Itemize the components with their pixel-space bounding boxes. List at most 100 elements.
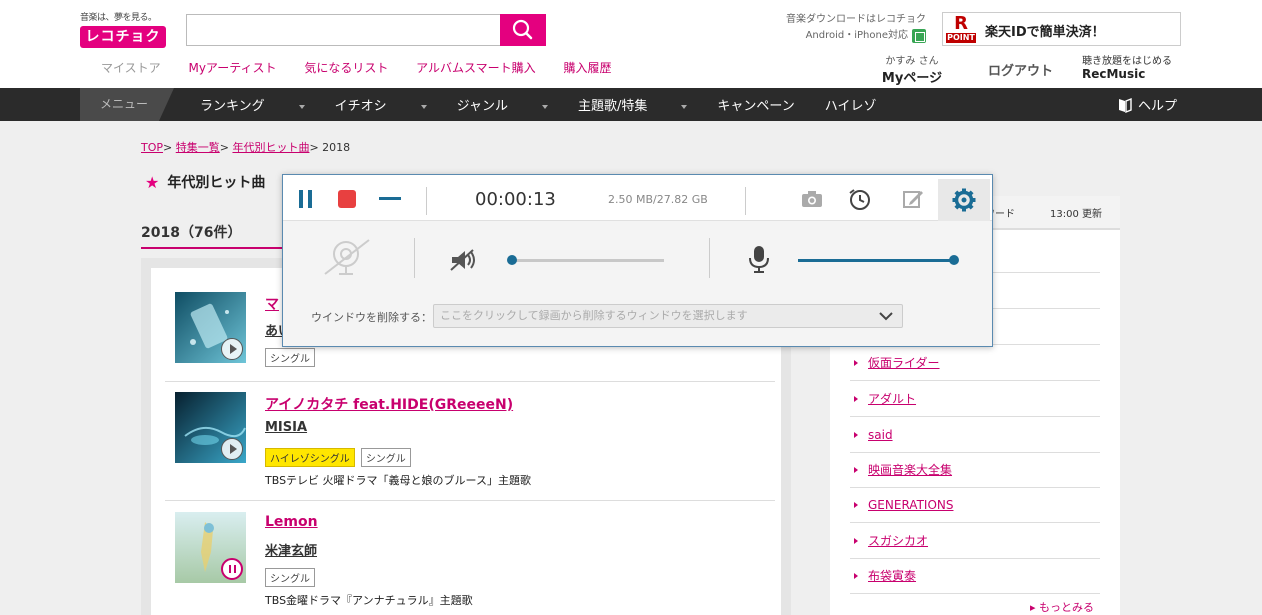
arrow-right-icon: [854, 502, 858, 508]
update-time: 13:00 更新: [1050, 209, 1102, 220]
recorder-toolbar: 00:00:13 2.50 MB/27.82 GB: [283, 175, 992, 221]
search-input[interactable]: [186, 14, 502, 46]
more-link[interactable]: ▸ もっとみる: [1030, 599, 1094, 615]
speaker-mute-icon[interactable]: [449, 248, 479, 272]
site-header: 音楽は、夢を見る。 レコチョク マイストア Myアーティスト 気になるリスト ア…: [0, 0, 1262, 88]
help-book-icon: [1119, 97, 1132, 113]
nav-purchase-history[interactable]: 購入履歴: [564, 61, 612, 75]
schedule-clock-icon[interactable]: [846, 185, 874, 213]
rakuten-point-logo: R POINT: [946, 13, 976, 43]
microphone-icon[interactable]: [746, 244, 772, 274]
screen-recorder-panel: 00:00:13 2.50 MB/27.82 GB ウインドウを削除する： ここ…: [282, 174, 993, 347]
settings-button[interactable]: [938, 179, 990, 221]
nav-mystore[interactable]: マイストア: [101, 61, 161, 75]
recorder-audio-row: ウインドウを削除する： ここをクリックして録画から削除するウィンドウを選択します: [283, 222, 992, 342]
keyword-item[interactable]: アダルト: [850, 381, 1100, 417]
minimize-button[interactable]: [379, 192, 401, 206]
audio-divider: [709, 238, 710, 278]
keyword-item[interactable]: 布袋寅泰: [850, 558, 1100, 594]
mic-slider-knob[interactable]: [949, 255, 959, 265]
user-nav: マイストア Myアーティスト 気になるリスト アルバムスマート購入 購入履歴: [101, 59, 636, 76]
nav-ranking[interactable]: ランキング: [200, 95, 305, 114]
recmusic-link[interactable]: 聴き放題をはじめる RecMusic: [1082, 52, 1172, 81]
recochoku-logo[interactable]: 音楽は、夢を見る。 レコチョク: [80, 10, 172, 48]
keyword-item[interactable]: GENERATIONS: [850, 487, 1100, 523]
album-jacket[interactable]: [175, 392, 246, 463]
search-button[interactable]: [500, 14, 546, 46]
breadcrumb-top[interactable]: TOP: [141, 141, 163, 154]
user-name: かすみ さん: [885, 56, 939, 67]
recording-file-size: 2.50 MB/27.82 GB: [608, 193, 708, 206]
main-nav: メニュー ランキング イチオシ ジャンル 主題歌/特集 キャンペーン ハイレゾ …: [0, 88, 1262, 121]
exclude-window-label: ウインドウを削除する：: [311, 311, 432, 324]
song-title[interactable]: Lemon: [265, 514, 318, 530]
page-title: ★ 年代別ヒット曲: [145, 172, 266, 192]
play-icon[interactable]: [221, 438, 243, 460]
nav-myartist[interactable]: Myアーティスト: [188, 61, 276, 75]
mypage-link[interactable]: かすみ さん Myページ: [874, 52, 950, 86]
tag-hires-single: ハイレゾシングル: [265, 448, 355, 467]
breadcrumb-special[interactable]: 特集一覧: [176, 141, 220, 154]
song-title[interactable]: アイノカタチ feat.HIDE(GReeeeN): [265, 394, 513, 414]
mypage-label: Myページ: [881, 71, 943, 86]
keyword-item[interactable]: 仮面ライダー: [850, 345, 1100, 381]
nav-genre[interactable]: ジャンル: [457, 95, 548, 114]
keyword-item[interactable]: スガシカオ: [850, 523, 1100, 559]
main-nav-items: ランキング イチオシ ジャンル 主題歌/特集 キャンペーン ハイレゾ: [200, 88, 907, 121]
chevron-down-icon: [879, 312, 893, 321]
nav-hires[interactable]: ハイレゾ: [825, 95, 877, 114]
arrow-right-icon: [854, 360, 858, 366]
webcam-off-icon[interactable]: [317, 236, 375, 278]
star-icon: ★: [145, 172, 160, 192]
breadcrumb: TOP> 特集一覧> 年代別ヒット曲> 2018: [141, 141, 351, 154]
help-link[interactable]: ヘルプ: [1118, 88, 1177, 121]
rakuten-pay-banner[interactable]: R POINT 楽天IDで簡単決済！: [942, 12, 1181, 46]
pause-recording-button[interactable]: [297, 190, 315, 208]
logo-tagline: 音楽は、夢を見る。: [80, 13, 157, 23]
list-item: アイノカタチ feat.HIDE(GReeeeN) MISIA ハイレゾシングル…: [165, 392, 775, 500]
edit-pen-icon[interactable]: [899, 185, 927, 213]
chevron-down-icon: [542, 104, 548, 109]
exclude-window-select[interactable]: ここをクリックして録画から削除するウィンドウを選択します: [433, 304, 903, 328]
speaker-slider-knob[interactable]: [507, 255, 517, 265]
keyword-item[interactable]: 映画音楽大全集: [850, 452, 1100, 488]
play-icon[interactable]: [221, 338, 243, 360]
keyword-item[interactable]: said: [850, 417, 1100, 453]
menu-button[interactable]: メニュー: [80, 88, 174, 121]
download-line1: 音楽ダウンロードはレコチョク: [786, 14, 926, 25]
list-item: Lemon 米津玄師 シングル TBS金曜ドラマ『アンナチュラル』主題歌: [165, 512, 775, 615]
chevron-down-icon: [681, 104, 688, 109]
album-jacket[interactable]: [175, 512, 246, 583]
year-underline: [141, 247, 291, 249]
search-icon: [512, 19, 533, 40]
nav-pickup[interactable]: イチオシ: [335, 95, 427, 114]
stop-recording-button[interactable]: [338, 190, 356, 208]
breadcrumb-hits[interactable]: 年代別ヒット曲: [232, 141, 309, 154]
nav-album-smart[interactable]: アルバムスマート購入: [416, 61, 536, 75]
song-artist[interactable]: 米津玄師: [265, 540, 317, 559]
tag-single: シングル: [360, 448, 411, 467]
download-info[interactable]: 音楽ダウンロードはレコチョク Android・iPhone対応: [770, 12, 926, 44]
search-box: [186, 14, 546, 46]
app-icon: [912, 29, 926, 43]
song-artist[interactable]: MISIA: [265, 420, 307, 435]
divider: [165, 381, 775, 382]
camera-icon[interactable]: [798, 185, 826, 213]
arrow-right-icon: [854, 396, 858, 402]
nav-favorites[interactable]: 気になるリスト: [304, 61, 388, 75]
tag-single: シングル: [265, 348, 315, 367]
nav-campaign[interactable]: キャンペーン: [717, 95, 794, 114]
toolbar-divider: [745, 187, 746, 215]
pause-icon[interactable]: [221, 558, 243, 580]
album-jacket[interactable]: [175, 292, 246, 363]
song-description: TBS金曜ドラマ『アンナチュラル』主題歌: [265, 594, 473, 607]
logo-text: レコチョク: [80, 26, 166, 48]
rakuten-text: 楽天IDで簡単決済！: [985, 25, 1105, 40]
arrow-right-icon: [854, 467, 858, 473]
arrow-right-icon: [854, 432, 858, 438]
logout-link[interactable]: ログアウト: [988, 60, 1053, 79]
nav-theme-song[interactable]: 主題歌/特集: [578, 95, 688, 114]
audio-divider: [414, 238, 415, 278]
song-title[interactable]: マ: [265, 294, 279, 314]
year-heading: 2018（76件）: [141, 225, 242, 241]
